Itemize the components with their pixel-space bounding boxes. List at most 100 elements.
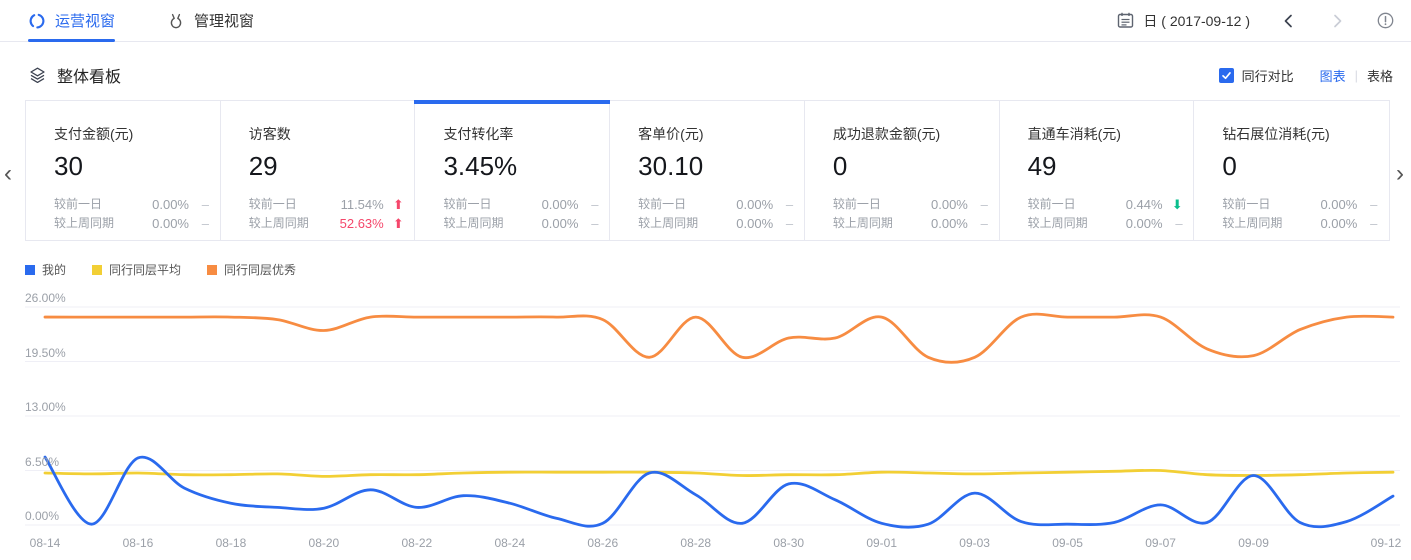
compare-label: 较上周同期: [1222, 214, 1320, 233]
view-toggle-chart[interactable]: 图表: [1320, 66, 1346, 85]
legend-item-3[interactable]: 同行同层优秀: [207, 261, 296, 278]
trend-flat-icon: –: [773, 214, 793, 233]
x-axis-tick-label: 09-09: [1238, 536, 1269, 550]
x-axis-tick-label: 09-01: [866, 536, 897, 550]
legend-swatch-icon: [92, 265, 102, 275]
tab-label: 管理视窗: [194, 10, 254, 31]
view-toggle-table[interactable]: 表格: [1367, 66, 1393, 85]
tab-management-view[interactable]: 管理视窗: [167, 0, 254, 42]
x-axis-tick-label: 08-24: [494, 536, 525, 550]
date-selector[interactable]: 日 ( 2017-09-12 ): [1116, 11, 1250, 31]
management-view-cat-icon: [167, 12, 185, 30]
card-value: 30.10: [638, 151, 804, 182]
metric-cards: 支付金额(元)30较前一日0.00%–较上周同期0.00%–访客数29较前一日1…: [25, 100, 1390, 241]
legend-label: 我的: [42, 261, 66, 278]
trend-up-icon: ⬆: [384, 195, 404, 214]
compare-label: 较上周同期: [638, 214, 736, 233]
compare-value: 0.00%: [542, 195, 579, 214]
info-button[interactable]: [1376, 11, 1395, 30]
compare-value: 11.54%: [341, 195, 384, 214]
card-compare-row: 较上周同期0.00%–: [54, 214, 209, 233]
x-axis-tick-label: 08-20: [309, 536, 340, 550]
card-title: 访客数: [249, 124, 415, 144]
compare-value: 52.63%: [340, 214, 384, 233]
compare-value: 0.00%: [931, 195, 968, 214]
x-axis-tick-label: 08-18: [216, 536, 247, 550]
peer-compare-checkbox[interactable]: [1219, 68, 1234, 83]
legend-item-1[interactable]: 我的: [25, 261, 66, 278]
compare-label: 较上周同期: [249, 214, 340, 233]
legend-swatch-icon: [207, 265, 217, 275]
calendar-icon: [1116, 11, 1135, 30]
check-icon: [1221, 70, 1232, 81]
card-compare-row: 较前一日0.00%–: [443, 195, 598, 214]
card-compare-row: 较前一日0.00%–: [1222, 195, 1377, 214]
card-compare-row: 较上周同期0.00%–: [1222, 214, 1377, 233]
tab-operations-view[interactable]: 运营视窗: [28, 0, 115, 42]
card-value: 49: [1028, 151, 1194, 182]
cards-scroll-right-button[interactable]: ›: [1396, 162, 1404, 186]
card-compare-row: 较前一日11.54%⬆: [249, 195, 404, 214]
metric-card-7[interactable]: 钻石展位消耗(元)0较前一日0.00%–较上周同期0.00%–: [1194, 101, 1389, 240]
card-value: 0: [833, 151, 999, 182]
view-toggle-divider: |: [1355, 68, 1358, 83]
series-line-同行同层平均: [45, 470, 1393, 476]
x-axis-tick-label: 09-07: [1145, 536, 1176, 550]
card-compare-row: 较前一日0.44%⬇: [1028, 195, 1183, 214]
layers-icon: [28, 66, 47, 85]
compare-label: 较前一日: [1028, 195, 1126, 214]
cards-scroll-left-button[interactable]: ‹: [4, 162, 12, 186]
trend-flat-icon: –: [578, 195, 598, 214]
trend-flat-icon: –: [1163, 214, 1183, 233]
compare-label: 较上周同期: [1028, 214, 1126, 233]
trend-down-icon: ⬇: [1163, 195, 1183, 214]
metric-card-2[interactable]: 访客数 29 较前一日11.54%⬆较上周同期52.63%⬆: [221, 101, 416, 240]
compare-label: 较前一日: [833, 195, 931, 214]
compare-label: 较上周同期: [833, 214, 931, 233]
card-value: 30: [54, 151, 220, 182]
compare-value: 0.00%: [736, 195, 773, 214]
trend-flat-icon: –: [1357, 214, 1377, 233]
compare-value: 0.00%: [1126, 214, 1163, 233]
legend-label: 同行同层平均: [109, 261, 181, 278]
tab-label: 运营视窗: [55, 10, 115, 31]
compare-label: 较前一日: [638, 195, 736, 214]
compare-value: 0.00%: [736, 214, 773, 233]
peer-compare-label[interactable]: 同行对比: [1242, 66, 1294, 85]
compare-value: 0.00%: [1320, 214, 1357, 233]
operations-view-icon: [28, 12, 46, 30]
legend-label: 同行同层优秀: [224, 261, 296, 278]
metric-card-6[interactable]: 直通车消耗(元)49较前一日0.44%⬇较上周同期0.00%–: [1000, 101, 1195, 240]
y-axis-tick-label: 19.50%: [25, 346, 66, 360]
y-axis-tick-label: 13.00%: [25, 400, 66, 414]
legend-item-2[interactable]: 同行同层平均: [92, 261, 181, 278]
trend-flat-icon: –: [773, 195, 793, 214]
y-axis-tick-label: 26.00%: [25, 291, 66, 305]
chart-canvas: [0, 285, 1411, 550]
card-compare-row: 较上周同期0.00%–: [638, 214, 793, 233]
compare-value: 0.44%: [1126, 195, 1163, 214]
x-axis-tick-label: 08-14: [30, 536, 61, 550]
compare-label: 较前一日: [249, 195, 341, 214]
compare-value: 0.00%: [152, 195, 189, 214]
x-axis-tick-label: 08-28: [680, 536, 711, 550]
trend-flat-icon: –: [189, 195, 209, 214]
chart-legend: 我的 同行同层平均 同行同层优秀: [25, 261, 296, 278]
chevron-left-icon: [1280, 12, 1298, 30]
metric-card-5[interactable]: 成功退款金额(元)0较前一日0.00%–较上周同期0.00%–: [805, 101, 1000, 240]
x-axis-tick-label: 08-22: [402, 536, 433, 550]
card-compare-row: 较上周同期0.00%–: [833, 214, 988, 233]
metric-card-1[interactable]: 支付金额(元)30较前一日0.00%–较上周同期0.00%–: [26, 101, 221, 240]
metric-card-3[interactable]: 支付转化率3.45%较前一日0.00%–较上周同期0.00%–: [415, 101, 610, 240]
board-title: 整体看板: [57, 63, 121, 87]
trend-flat-icon: –: [578, 214, 598, 233]
card-value: 0: [1222, 151, 1389, 182]
trend-flat-icon: –: [968, 214, 988, 233]
board-header: 整体看板 同行对比 图表 | 表格: [0, 58, 1411, 92]
prev-date-button[interactable]: [1280, 12, 1298, 30]
card-value: 29: [249, 151, 415, 182]
x-axis-tick-label: 08-26: [587, 536, 618, 550]
metric-card-4[interactable]: 客单价(元)30.10较前一日0.00%–较上周同期0.00%–: [610, 101, 805, 240]
card-compare-row: 较前一日0.00%–: [833, 195, 988, 214]
next-date-button[interactable]: [1328, 12, 1346, 30]
